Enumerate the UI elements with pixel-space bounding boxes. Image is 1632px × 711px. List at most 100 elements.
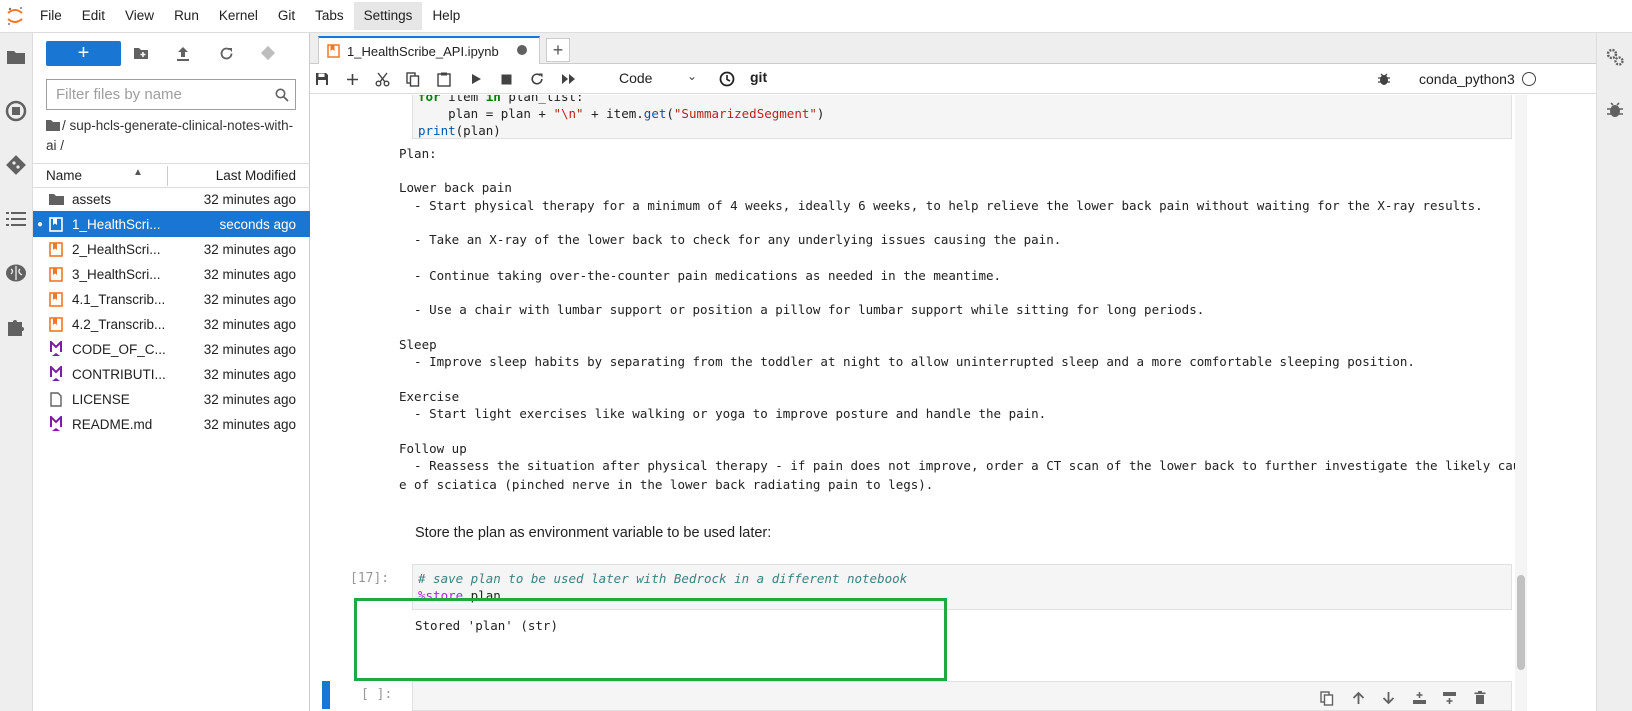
clock-history-icon[interactable] <box>718 70 736 88</box>
stop-kernel-icon[interactable] <box>497 70 515 88</box>
file-modified: 32 minutes ago <box>203 241 296 257</box>
menu-tabs[interactable]: Tabs <box>305 2 354 30</box>
output-line: - Use a chair with lumbar support or pos… <box>399 302 1205 317</box>
restart-kernel-icon[interactable] <box>528 70 546 88</box>
breadcrumb-path[interactable]: / sup-hcls-generate-clinical-notes-with-… <box>46 118 293 153</box>
menu-edit[interactable]: Edit <box>72 2 115 30</box>
delete-cell-icon[interactable] <box>1471 689 1489 707</box>
menu-settings[interactable]: Settings <box>353 2 423 30</box>
git-button[interactable]: git <box>750 69 767 85</box>
column-modified-header[interactable]: Last Modified <box>216 168 296 183</box>
file-icon <box>48 391 64 407</box>
insert-cell-icon[interactable] <box>343 70 361 88</box>
table-of-contents-icon[interactable] <box>4 207 28 231</box>
comment-text: # save plan to be used later with Bedroc… <box>418 571 908 586</box>
tab-notebook[interactable]: 1_HealthScribe_API.ipynb <box>318 36 540 64</box>
jupyter-logo-icon[interactable] <box>0 0 30 33</box>
tab-bar: 1_HealthScribe_API.ipynb + <box>310 33 1596 64</box>
brain-icon[interactable] <box>4 261 28 285</box>
output-line: - Reassess the situation after physical … <box>399 458 1528 473</box>
new-launcher-button[interactable]: + <box>46 41 121 66</box>
output-line: Exercise <box>399 389 460 404</box>
folder-icon[interactable] <box>4 45 28 69</box>
breadcrumb-folder-icon <box>46 117 62 136</box>
menu-file[interactable]: File <box>30 2 72 30</box>
file-name: CODE_OF_C... <box>72 341 166 357</box>
notebook-icon <box>327 44 341 58</box>
file-row[interactable]: 3_HealthScri... 32 minutes ago <box>33 261 310 287</box>
move-down-icon[interactable] <box>1379 689 1397 707</box>
highlight-box <box>354 598 947 681</box>
sort-ascending-icon[interactable]: ▲ <box>133 167 143 178</box>
notebook-content[interactable]: for item in plan_list: plan = plan + "\n… <box>310 95 1596 711</box>
debugger-bug-icon[interactable] <box>1604 99 1626 121</box>
new-folder-icon[interactable] <box>131 43 151 63</box>
column-divider[interactable] <box>167 166 168 186</box>
kernel-status-idle-icon <box>1522 72 1536 86</box>
refresh-icon[interactable] <box>216 43 236 63</box>
save-icon[interactable] <box>313 70 331 88</box>
menu-view[interactable]: View <box>115 2 164 30</box>
breadcrumb[interactable]: / sup-hcls-generate-clinical-notes-with-… <box>46 116 296 155</box>
menu-run[interactable]: Run <box>164 2 209 30</box>
insert-below-icon[interactable] <box>1440 689 1458 707</box>
restart-run-all-icon[interactable] <box>559 70 577 88</box>
notebook-icon <box>48 216 64 232</box>
notebook-icon <box>48 266 64 282</box>
code-line: for item in plan_list: <box>418 95 584 104</box>
file-row[interactable]: README.md 32 minutes ago <box>33 411 310 437</box>
markdown-cell[interactable]: Store the plan as environment variable t… <box>415 525 771 541</box>
extension-puzzle-icon[interactable] <box>4 315 28 339</box>
file-row[interactable]: 2_HealthScri... 32 minutes ago <box>33 236 310 262</box>
notebook-icon <box>48 291 64 307</box>
chevron-down-icon: ⌄ <box>687 69 698 83</box>
active-cell-indicator <box>322 681 330 709</box>
file-name: 2_HealthScri... <box>72 241 161 257</box>
debugger-bug-icon[interactable] <box>1375 70 1393 88</box>
menu-bar: File Edit View Run Kernel Git Tabs Setti… <box>0 0 1632 33</box>
code-line: plan = plan + "\n" + item.get("Summarize… <box>418 105 1511 122</box>
upload-icon[interactable] <box>173 43 193 63</box>
left-activity-bar <box>0 33 33 711</box>
menu-kernel[interactable]: Kernel <box>209 2 268 30</box>
add-tab-button[interactable]: + <box>546 38 570 62</box>
file-name: 4.2_Transcrib... <box>72 316 166 332</box>
property-inspector-gears-icon[interactable] <box>1604 46 1626 68</box>
file-row-selected[interactable]: ● 1_HealthScri... seconds ago <box>33 211 310 237</box>
move-up-icon[interactable] <box>1349 689 1367 707</box>
menu-git[interactable]: Git <box>268 2 305 30</box>
code-cell-previous[interactable]: for item in plan_list: plan = plan + "\n… <box>412 95 1512 139</box>
git-icon[interactable] <box>4 153 28 177</box>
code-cell-empty[interactable] <box>412 681 1512 711</box>
paste-icon[interactable] <box>435 70 453 88</box>
file-row[interactable]: 4.2_Transcrib... 32 minutes ago <box>33 311 310 337</box>
copy-icon[interactable] <box>404 70 422 88</box>
file-row[interactable]: CODE_OF_C... 32 minutes ago <box>33 336 310 362</box>
cut-icon[interactable] <box>373 70 391 88</box>
run-cell-icon[interactable] <box>467 70 485 88</box>
scrollbar-thumb[interactable] <box>1517 575 1525 670</box>
insert-above-icon[interactable] <box>1410 689 1428 707</box>
file-row[interactable]: CONTRIBUTI... 32 minutes ago <box>33 361 310 387</box>
running-sessions-icon[interactable] <box>4 99 28 123</box>
file-name: README.md <box>72 416 153 432</box>
markdown-icon <box>48 341 64 357</box>
main-area: 1_HealthScribe_API.ipynb + Code ⌄ git co… <box>310 33 1596 711</box>
column-name-header[interactable]: Name <box>46 168 82 183</box>
code-token: ) <box>816 106 825 121</box>
git-clone-icon[interactable] <box>258 43 278 63</box>
cell-type-select[interactable]: Code ⌄ <box>619 69 699 86</box>
output-line: e of sciatica (pinched nerve in the lowe… <box>399 477 934 492</box>
file-row-assets[interactable]: assets 32 minutes ago <box>33 186 310 212</box>
notebook-icon <box>48 241 64 257</box>
menu-help[interactable]: Help <box>422 2 470 30</box>
file-row[interactable]: LICENSE 32 minutes ago <box>33 386 310 412</box>
file-filter-input[interactable]: Filter files by name <box>46 79 296 110</box>
notebook-scrollbar[interactable] <box>1515 95 1527 711</box>
notebook-icon <box>48 316 64 332</box>
code-string: "\n" <box>553 106 584 121</box>
duplicate-cell-icon[interactable] <box>1318 689 1336 707</box>
kernel-name[interactable]: conda_python3 <box>1419 71 1515 87</box>
unsaved-dot-icon[interactable] <box>517 45 527 55</box>
file-row[interactable]: 4.1_Transcrib... 32 minutes ago <box>33 286 310 312</box>
